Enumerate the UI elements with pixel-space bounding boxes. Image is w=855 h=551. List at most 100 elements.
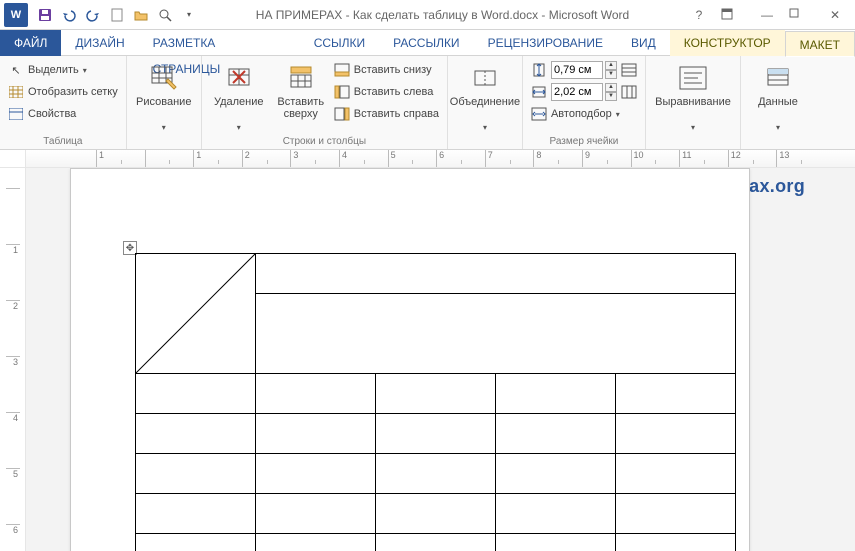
col-width-control: ▲▼ <box>531 82 637 102</box>
data-button[interactable]: Данные ▾ <box>749 60 807 145</box>
table-cell[interactable] <box>376 414 496 454</box>
insert-above-label: Вставить сверху <box>272 96 330 120</box>
ruler-vertical[interactable]: 123456 <box>0 168 26 551</box>
chevron-down-icon: ▾ <box>691 122 695 134</box>
table-cell[interactable] <box>376 494 496 534</box>
grid-icon <box>8 84 24 100</box>
tab-file[interactable]: ФАЙЛ <box>0 30 61 56</box>
height-up[interactable]: ▲ <box>605 61 617 70</box>
table-cell[interactable] <box>256 374 376 414</box>
close-icon[interactable]: ✕ <box>823 8 847 22</box>
insert-above-button[interactable]: Вставить сверху <box>272 60 330 134</box>
undo-icon[interactable] <box>60 6 78 24</box>
insert-below-button[interactable]: Вставить снизу <box>334 60 439 80</box>
autofit-button[interactable]: Автоподбор▾ <box>531 104 637 124</box>
table-cell[interactable] <box>496 534 616 551</box>
group-merge-label <box>456 145 514 147</box>
save-icon[interactable] <box>36 6 54 24</box>
page-container[interactable]: naprimerax.org ✥ <box>26 168 855 551</box>
qat-dropdown-icon[interactable]: ▾ <box>180 6 198 24</box>
distribute-rows-icon[interactable] <box>621 62 637 78</box>
table-row[interactable] <box>136 534 736 551</box>
table-row[interactable] <box>136 454 736 494</box>
insert-right-button[interactable]: Вставить справа <box>334 104 439 124</box>
chevron-down-icon: ▾ <box>483 122 487 134</box>
distribute-cols-icon[interactable] <box>621 84 637 100</box>
table-cell[interactable] <box>496 494 616 534</box>
help-icon[interactable]: ? <box>687 8 711 22</box>
ribbon: ↖Выделить▾ Отобразить сетку Свойства Таб… <box>0 56 855 150</box>
table-cell[interactable] <box>616 454 736 494</box>
tab-page-layout[interactable]: РАЗМЕТКА СТРАНИЦЫ <box>139 30 300 56</box>
table-cell[interactable] <box>496 374 616 414</box>
data-icon <box>762 62 794 94</box>
table-cell[interactable] <box>376 374 496 414</box>
height-input[interactable] <box>551 61 603 79</box>
group-alignment: Выравнивание ▾ <box>646 56 741 149</box>
delete-button[interactable]: Удаление ▾ <box>210 60 268 134</box>
table-row[interactable] <box>136 254 736 294</box>
tab-constructor[interactable]: КОНСТРУКТОР <box>670 30 785 56</box>
table-cell[interactable] <box>616 534 736 551</box>
document-page[interactable]: ✥ <box>70 168 750 551</box>
tab-mailings[interactable]: РАССЫЛКИ <box>379 30 473 56</box>
insert-right-icon <box>334 106 350 122</box>
properties-button[interactable]: Свойства <box>8 104 118 124</box>
table-cell[interactable] <box>256 494 376 534</box>
table-cell[interactable] <box>616 374 736 414</box>
gridlines-button[interactable]: Отобразить сетку <box>8 82 118 102</box>
width-up[interactable]: ▲ <box>605 83 617 92</box>
tab-view[interactable]: ВИД <box>617 30 670 56</box>
table-row[interactable] <box>136 374 736 414</box>
group-alignment-label <box>654 145 732 147</box>
table-cell[interactable] <box>136 494 256 534</box>
ribbon-display-icon[interactable] <box>721 8 745 22</box>
width-down[interactable]: ▼ <box>605 92 617 101</box>
table-cell[interactable] <box>496 454 616 494</box>
document-area: 123456 naprimerax.org ✥ <box>0 168 855 551</box>
height-down[interactable]: ▼ <box>605 70 617 79</box>
insert-left-button[interactable]: Вставить слева <box>334 82 439 102</box>
table-cell[interactable] <box>496 414 616 454</box>
alignment-button[interactable]: Выравнивание ▾ <box>654 60 732 145</box>
tab-review[interactable]: РЕЦЕНЗИРОВАНИЕ <box>474 30 617 56</box>
table-cell[interactable] <box>616 414 736 454</box>
table-cell[interactable] <box>136 254 256 374</box>
draw-button[interactable]: Рисование ▾ <box>135 60 193 145</box>
table-cell[interactable] <box>136 534 256 551</box>
group-draw: Рисование ▾ <box>127 56 202 149</box>
tab-design[interactable]: ДИЗАЙН <box>61 30 138 56</box>
table-row[interactable] <box>136 414 736 454</box>
new-doc-icon[interactable] <box>108 6 126 24</box>
table-cell[interactable] <box>136 374 256 414</box>
maximize-icon[interactable] <box>789 8 813 22</box>
group-rows-cols-label: Строки и столбцы <box>210 134 439 147</box>
table-cell[interactable] <box>376 454 496 494</box>
group-rows-cols: Удаление ▾ Вставить сверху Вставить сниз… <box>202 56 448 149</box>
ribbon-tabs: ФАЙЛ ДИЗАЙН РАЗМЕТКА СТРАНИЦЫ ССЫЛКИ РАС… <box>0 30 855 56</box>
table-cell[interactable] <box>616 494 736 534</box>
redo-icon[interactable] <box>84 6 102 24</box>
group-draw-label <box>135 145 193 147</box>
minimize-icon[interactable]: — <box>755 8 779 22</box>
table-cell[interactable] <box>256 254 736 294</box>
ruler-horizontal[interactable]: 112345678910111213 <box>0 150 855 168</box>
document-table[interactable] <box>135 253 736 551</box>
select-button[interactable]: ↖Выделить▾ <box>8 60 118 80</box>
chevron-down-icon: ▾ <box>237 122 241 134</box>
group-table-label: Таблица <box>8 134 118 147</box>
table-row[interactable] <box>136 494 736 534</box>
open-icon[interactable] <box>132 6 150 24</box>
table-cell[interactable] <box>256 414 376 454</box>
table-cell[interactable] <box>136 454 256 494</box>
print-preview-icon[interactable] <box>156 6 174 24</box>
table-cell[interactable] <box>256 454 376 494</box>
table-cell[interactable] <box>256 534 376 551</box>
table-cell[interactable] <box>256 294 736 374</box>
merge-button[interactable]: Объединение ▾ <box>456 60 514 145</box>
tab-references[interactable]: ССЫЛКИ <box>300 30 379 56</box>
table-cell[interactable] <box>376 534 496 551</box>
width-input[interactable] <box>551 83 603 101</box>
table-cell[interactable] <box>136 414 256 454</box>
tab-layout[interactable]: МАКЕТ <box>785 31 855 57</box>
